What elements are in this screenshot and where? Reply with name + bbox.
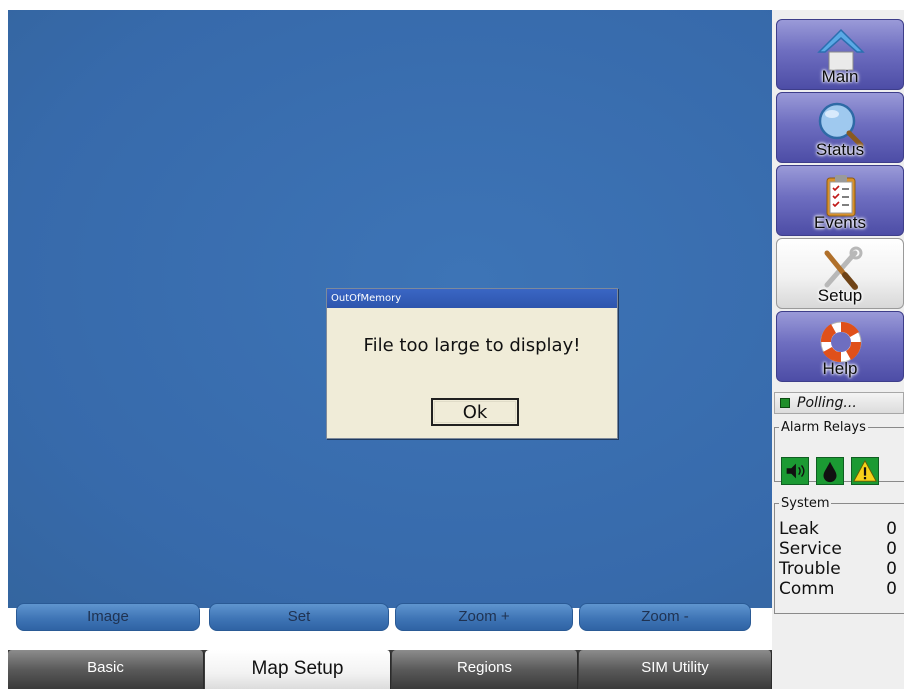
system-row-trouble: Trouble 0 — [779, 559, 899, 579]
nav-status-label: Status — [815, 140, 865, 159]
system-row-label: Comm — [779, 579, 835, 599]
ok-button[interactable]: Ok — [431, 398, 519, 426]
system-row-label: Service — [779, 539, 842, 559]
system-row-value: 0 — [886, 539, 897, 559]
nav-help-button[interactable]: Help — [776, 311, 904, 382]
tab-sim-utility[interactable]: SIM Utility — [579, 650, 772, 689]
map-canvas[interactable]: OutOfMemory File too large to display! O… — [8, 10, 772, 608]
nav-help-label: Help — [822, 359, 858, 378]
system-row-comm: Comm 0 — [779, 579, 899, 599]
dialog-title: OutOfMemory — [327, 289, 617, 308]
set-button[interactable]: Set — [209, 603, 389, 631]
zoom-in-button[interactable]: Zoom + — [395, 603, 573, 631]
system-row-value: 0 — [886, 579, 897, 599]
drop-icon[interactable] — [816, 457, 844, 485]
system-row-value: 0 — [886, 559, 897, 579]
alarm-relays-title: Alarm Relays — [781, 420, 866, 435]
zoom-out-button[interactable]: Zoom - — [579, 603, 751, 631]
speaker-icon[interactable] — [781, 457, 809, 485]
tab-basic[interactable]: Basic — [8, 650, 204, 689]
nav-status-button[interactable]: Status — [776, 92, 904, 163]
image-button[interactable]: Image — [16, 603, 200, 631]
nav-main-label: Main — [821, 67, 859, 86]
nav-events-label: Events — [814, 213, 866, 232]
polling-status: Polling... — [774, 392, 904, 414]
alarm-relays-group: Alarm Relays — [774, 420, 904, 485]
system-row-label: Leak — [779, 519, 819, 539]
out-of-memory-dialog: OutOfMemory File too large to display! O… — [326, 288, 618, 439]
dialog-message: File too large to display! — [363, 335, 581, 356]
system-row-value: 0 — [886, 519, 897, 539]
map-tool-buttons: Image Set Zoom + Zoom - — [16, 603, 768, 633]
system-row-leak: Leak 0 — [779, 519, 899, 539]
warning-icon[interactable] — [851, 457, 879, 485]
system-row-service: Service 0 — [779, 539, 899, 559]
bottom-tab-bar: Basic Map Setup Regions SIM Utility — [8, 650, 772, 689]
polling-text: Polling... — [797, 395, 857, 411]
nav-events-button[interactable]: Events — [776, 165, 904, 236]
nav-setup-label: Setup — [817, 286, 863, 305]
system-title: System — [781, 496, 830, 511]
polling-led-icon — [780, 398, 790, 408]
nav-setup-button[interactable]: Setup — [776, 238, 904, 309]
tab-regions[interactable]: Regions — [392, 650, 578, 689]
tab-map-setup[interactable]: Map Setup — [205, 650, 391, 689]
nav-main-button[interactable]: Main — [776, 19, 904, 90]
right-sidebar: Main Status Events Setup Help Polling...… — [772, 10, 904, 689]
system-group: System Leak 0 Service 0 Trouble 0 Comm 0 — [774, 496, 904, 614]
system-row-label: Trouble — [779, 559, 841, 579]
